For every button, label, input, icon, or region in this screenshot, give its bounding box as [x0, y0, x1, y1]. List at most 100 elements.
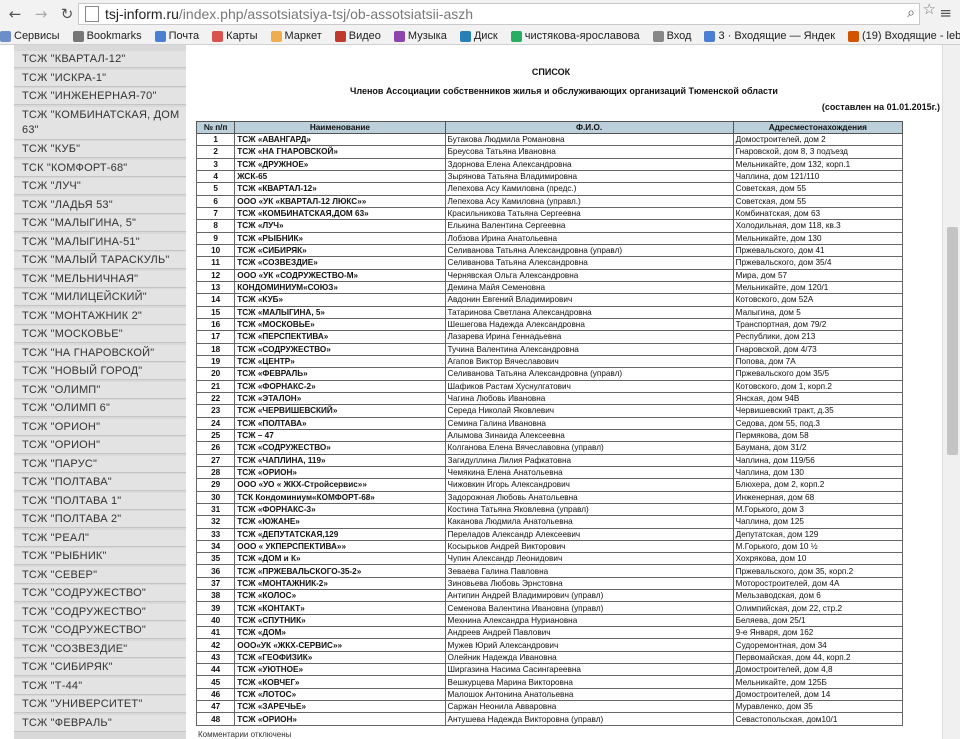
sidebar-item[interactable]: ТСЖ "ЛУЧ"	[14, 178, 186, 195]
org-address: Судоремонтная, дом 34	[732, 638, 904, 652]
back-icon[interactable]: ←	[4, 3, 26, 25]
contact-person: Чернявская Ольга Александровна	[444, 268, 734, 282]
org-name: ООО « УКПЕРСПЕКТИВА»»	[234, 539, 446, 554]
page-scrollbar[interactable]	[942, 45, 960, 739]
sidebar-item[interactable]: ТСЖ "СИБИРЯК"	[14, 659, 186, 676]
contact-person: Семенова Валентина Ивановна (управл)	[444, 601, 734, 615]
org-address: Холодильная, дом 118, кв.3	[732, 219, 904, 233]
contact-person: Красильникова Татьяна Сергеевна	[444, 206, 734, 221]
sidebar-item[interactable]: ТСЖ "ОРИОН"	[14, 437, 186, 454]
bookmark-icon	[270, 30, 282, 42]
row-number: 29	[195, 478, 236, 492]
sidebar-item[interactable]: ТСЖ "ИСКРА-1"	[14, 69, 186, 87]
search-icon[interactable]: ⌕	[907, 5, 915, 21]
scrollbar-thumb[interactable]	[947, 227, 958, 455]
reload-icon[interactable]: ↻	[56, 3, 78, 25]
org-address: Советская, дом 55	[732, 194, 904, 208]
contact-person: Костина Татьяна Яковлевна (управл)	[444, 502, 734, 517]
column-header-person: Ф.И.О.	[444, 121, 734, 134]
org-address: Седова, дом 55, под.3	[732, 416, 904, 430]
sidebar-item[interactable]: ТСЖ "РЕАЛ"	[14, 529, 186, 547]
sidebar-item[interactable]: ТСЖ "НОВЫЙ ГОРОД"	[14, 363, 186, 380]
sidebar-item[interactable]: ТСЖ "СОДРУЖЕСТВО"	[14, 603, 186, 621]
sidebar-item[interactable]: ТСЖ "ПАРУС"	[14, 455, 186, 473]
sidebar-item[interactable]: ТСЖ "СЕВЕР"	[14, 566, 186, 584]
sidebar-item[interactable]: ТСЖ "Т-44"	[14, 677, 186, 695]
sidebar-item[interactable]: ТСЖ "СОЗВЕЗДИЕ"	[14, 640, 186, 658]
sidebar-item[interactable]: ТСЖ "КУБ"	[14, 141, 186, 158]
bookmark-item[interactable]: Почта	[154, 30, 199, 42]
row-number: 5	[195, 182, 236, 196]
row-number: 17	[195, 330, 236, 344]
sidebar-item[interactable]: ТСЖ "СОДРУЖЕСТВО"	[14, 585, 186, 602]
org-address: Гнаровской, дом 4/73	[732, 342, 904, 356]
bookmark-item[interactable]: Bookmarks	[72, 30, 142, 42]
sidebar-item[interactable]: ТСЖ "ПОЛТАВА"	[14, 474, 186, 491]
menu-icon[interactable]: ≡	[939, 4, 952, 22]
sidebar-item[interactable]: ТСЖ "МОСКОВЬЕ"	[14, 326, 186, 343]
bookmark-item[interactable]: 3 · Входящие — Яндек	[704, 30, 835, 42]
sidebar-item[interactable]: ТСЖ "ОРИОН"	[14, 418, 186, 436]
sidebar-item[interactable]: ТСЖ "ОЛИМП"	[14, 381, 186, 399]
bookmark-icon	[334, 30, 346, 42]
sidebar-item[interactable]: ТСЖ "КОМБИНАТСКАЯ, ДОМ 63"	[14, 106, 186, 140]
bookmark-item[interactable]: Карты	[212, 30, 258, 42]
bookmark-label: Вход	[666, 30, 692, 42]
sidebar-item[interactable]: ТСЖ "ИНЖЕНЕРНАЯ-70"	[14, 88, 186, 105]
bookmark-item[interactable]: Маркет	[270, 30, 322, 42]
sidebar-item[interactable]: ТСЖ "НА ГНАРОВСКОЙ"	[14, 344, 186, 362]
contact-person: Здорнова Елена Александровна	[444, 157, 734, 171]
sidebar-item[interactable]: ТСЖ "РЫБНИК"	[14, 548, 186, 565]
sidebar-item[interactable]: ТСЖ "МАЛЫЙ ТАРАСКУЛЬ"	[14, 252, 186, 269]
sidebar-item[interactable]: ТСЖ "МОНТАЖНИК 2"	[14, 307, 186, 325]
bookmark-item[interactable]: Музыка	[393, 30, 447, 42]
table-row: 8 ТСЖ «ЛУЧ» Елькина Валентина Сергеевна Хол…	[195, 219, 904, 233]
bookmark-item[interactable]: Сервисы	[0, 30, 60, 42]
contact-person: Чагина Любовь Ивановна	[444, 391, 734, 406]
table-row: 7 ТСЖ «КОМБИНАТСКАЯ,ДОМ 63» Красильникова …	[195, 206, 904, 221]
sidebar-item[interactable]: ТСЖ "МЕЛЬНИЧНАЯ"	[14, 270, 186, 288]
sidebar-item[interactable]: ТСЖ "ЛАДЬЯ 53"	[14, 196, 186, 214]
contact-person: Авдонин Евгений Владимирович	[444, 293, 734, 307]
bookmark-item[interactable]: (19) Входящие - lebed-	[848, 30, 960, 42]
sidebar-item[interactable]: ТСЖ "ПОЛТАВА 1"	[14, 492, 186, 510]
sidebar-item[interactable]: ТСК "КОМФОРТ-68"	[14, 159, 186, 177]
sidebar-item[interactable]: ТСЖ "МАЛЫГИНА, 5"	[14, 215, 186, 232]
org-address: Пржевальского, дом 35/4	[732, 256, 904, 270]
org-address: Домостроителей, дом 2	[732, 132, 904, 147]
contact-person: Середа Николай Яковлевич	[444, 404, 734, 418]
address-bar[interactable]: tsj-inform.ru/index.php/assotsiatsiya-ts…	[78, 3, 920, 25]
sidebar-item[interactable]: ТСЖ "ФЕВРАЛЬ"	[14, 714, 186, 732]
bookmark-item[interactable]: Вход	[652, 30, 692, 42]
table-row: 28 ТСЖ «ОРИОН» Чемякина Елена Анатольевна Ч…	[195, 465, 904, 480]
org-address: Мельникайте, дом 130	[732, 231, 904, 245]
sidebar-item[interactable]: ТСЖ "ОЛИМП 6"	[14, 400, 186, 417]
sidebar-item[interactable]: ТСЖ "МИЛИЦЕЙСКИЙ"	[14, 289, 186, 306]
bookmark-item[interactable]: Диск	[459, 30, 498, 42]
org-address: Чаплина, дом 121/110	[732, 169, 904, 184]
bookmark-icon	[72, 30, 84, 42]
contact-person: Елькина Валентина Сергеевна	[444, 219, 734, 233]
table-header-row: № п/п Наименование Ф.И.О. Адресместонахо…	[195, 121, 904, 134]
sidebar-item[interactable]: ТСЖ "КВАРТАЛ-12"	[14, 51, 186, 68]
bookmark-label: Карты	[226, 30, 258, 42]
sidebar-item[interactable]: ТСЖ "МАЛЫГИНА-51"	[14, 233, 186, 251]
contact-person: Селиванова Татьяна Александровна	[444, 256, 734, 270]
sidebar-item[interactable]: ТСЖ "СОДРУЖЕСТВО"	[14, 622, 186, 639]
row-number: 14	[195, 293, 236, 307]
org-name: ТСК Кондоминиум«КОМФОРТ-68»	[234, 490, 446, 504]
bookmark-item[interactable]: чистякова-ярославова	[510, 30, 640, 42]
row-number: 12	[195, 268, 236, 282]
org-name: ТСЖ «ФОРНАКС-2»	[234, 379, 446, 393]
sidebar-item[interactable]: ТСЖ "ПОЛТАВА 2"	[14, 511, 186, 528]
bookmark-star-icon[interactable]: ☆	[923, 0, 936, 18]
row-number: 27	[195, 453, 236, 467]
sidebar-item[interactable]: ТСЖ "УНИВЕРСИТЕТ"	[14, 696, 186, 713]
bookmark-item[interactable]: Видео	[334, 30, 381, 42]
contact-person: Селиванова Татьяна Александровна (управл…	[444, 367, 734, 381]
row-number: 9	[195, 231, 236, 245]
table-row: 9 ТСЖ «РЫБНИК» Лобзова Ирина Анатольевна Ме…	[195, 231, 904, 245]
org-address: Чаплина, дом 119/56	[732, 453, 904, 467]
org-address: Мельникайте, дом 125Б	[732, 675, 904, 689]
forward-icon[interactable]: →	[30, 3, 52, 25]
